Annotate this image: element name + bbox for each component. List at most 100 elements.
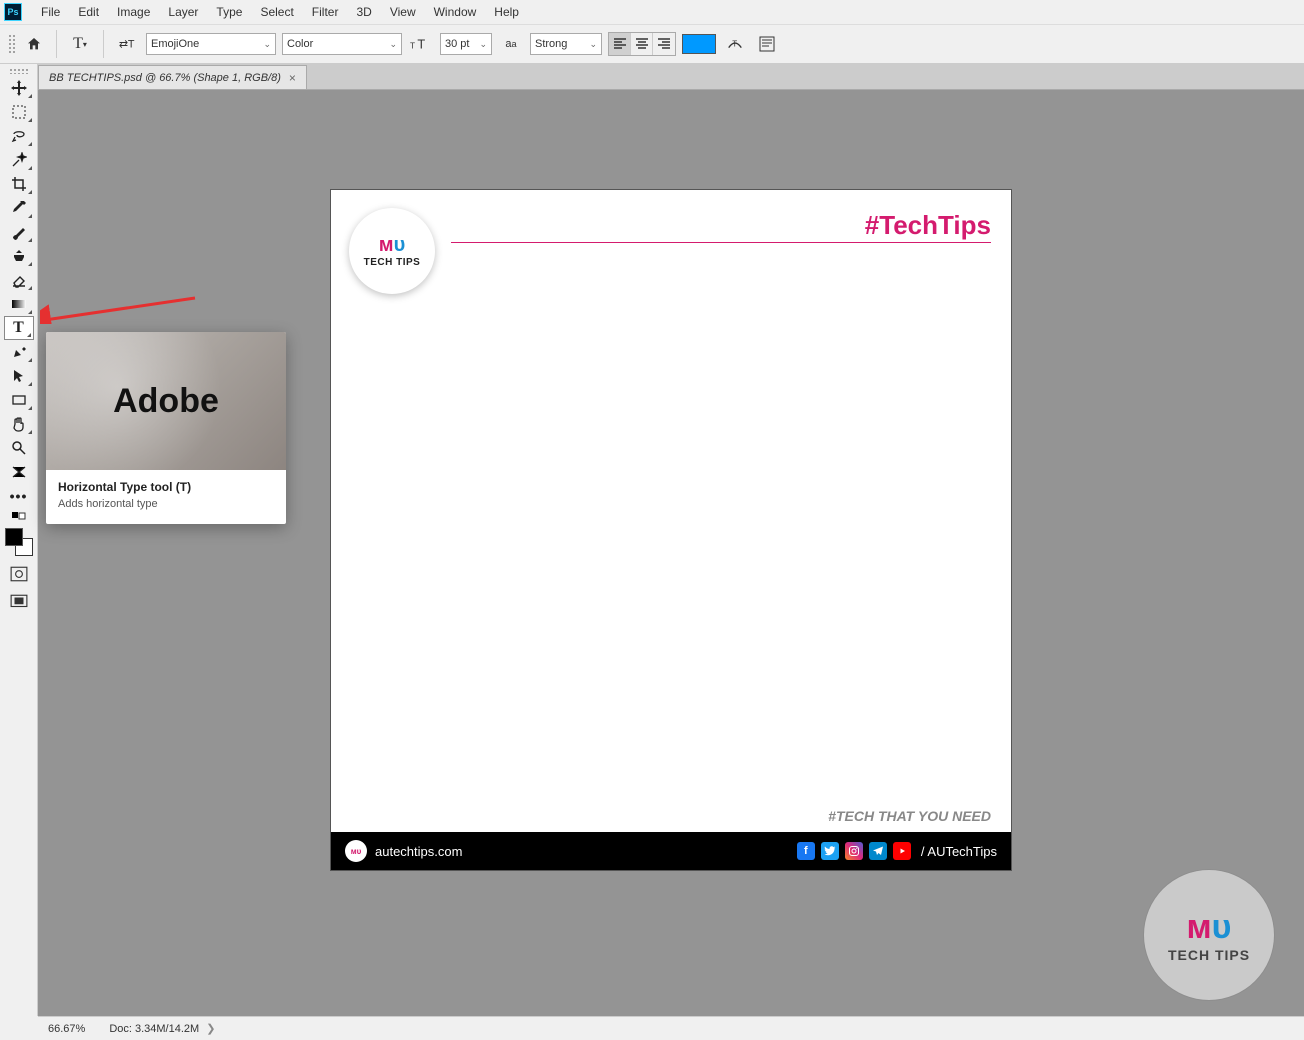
svg-text:T: T [410, 42, 415, 51]
menu-view[interactable]: View [381, 5, 425, 19]
rectangle-tool[interactable] [4, 388, 34, 412]
home-button[interactable] [22, 32, 46, 56]
svg-text:T: T [732, 40, 737, 49]
type-tool-preset-button[interactable]: T▾ [67, 31, 93, 57]
eyedropper-tool[interactable] [4, 196, 34, 220]
options-bar: T▾ ⇄T EmojiOne ⌄ Color ⌄ TT 30 pt ⌄ aa S… [0, 24, 1304, 64]
menu-select[interactable]: Select [251, 5, 302, 19]
logo-subtext: TECH TIPS [364, 257, 421, 268]
menu-help[interactable]: Help [485, 5, 528, 19]
tooltip-preview-image: Adobe [46, 332, 286, 470]
chevron-down-icon: ⌄ [263, 39, 271, 50]
tool-tooltip: Adobe Horizontal Type tool (T) Adds hori… [46, 332, 286, 524]
svg-text:T: T [417, 37, 425, 52]
character-panel-button[interactable] [754, 31, 780, 57]
swap-colors-button[interactable] [4, 508, 34, 524]
font-size-dropdown[interactable]: 30 pt ⌄ [440, 33, 492, 55]
hand-tool[interactable] [4, 412, 34, 436]
brush-tool[interactable] [4, 220, 34, 244]
tooltip-title: Horizontal Type tool (T) [58, 480, 274, 494]
crop-tool[interactable] [4, 172, 34, 196]
canvas-workspace[interactable]: ᴍᴜ TECH TIPS #TechTips #TECH THAT YOU NE… [38, 90, 1304, 1016]
eraser-tool[interactable] [4, 268, 34, 292]
text-align-group [608, 32, 676, 56]
document-logo: ᴍᴜ TECH TIPS [349, 208, 435, 294]
document-tab-title: BB TECHTIPS.psd @ 66.7% (Shape 1, RGB/8) [49, 72, 281, 84]
screen-mode-button[interactable] [7, 592, 31, 612]
separator [103, 30, 104, 58]
move-tool[interactable] [4, 76, 34, 100]
gradient-tool[interactable] [4, 292, 34, 316]
text-color-swatch[interactable] [682, 34, 716, 54]
doc-size-info[interactable]: Doc: 3.34M/14.2M ❯ [109, 1022, 215, 1035]
foreground-background-colors[interactable] [5, 528, 33, 556]
social-icons: f / AUTechTips [797, 842, 997, 860]
edit-toolbar-button[interactable] [4, 460, 34, 484]
foreground-color-swatch[interactable] [5, 528, 23, 546]
document-footer: ᴍᴜ autechtips.com f / AUTechTips [331, 832, 1011, 870]
type-tool[interactable]: T [4, 316, 34, 340]
twitter-icon [821, 842, 839, 860]
canvas-document[interactable]: ᴍᴜ TECH TIPS #TechTips #TECH THAT YOU NE… [331, 190, 1011, 870]
anti-alias-dropdown[interactable]: Strong ⌄ [530, 33, 602, 55]
tooltip-brand: Adobe [113, 382, 219, 421]
tagline-text: #TECH THAT YOU NEED [828, 808, 991, 824]
logo-mark: ᴍᴜ [379, 234, 405, 257]
watermark-badge: ᴍᴜ TECH TIPS [1144, 870, 1274, 1000]
close-icon[interactable]: × [289, 71, 296, 85]
menu-layer[interactable]: Layer [159, 5, 207, 19]
warp-text-button[interactable]: T [722, 31, 748, 57]
menu-3d[interactable]: 3D [347, 5, 380, 19]
chevron-right-icon: ❯ [203, 1023, 215, 1035]
anti-alias-value: Strong [535, 38, 567, 50]
menu-type[interactable]: Type [207, 5, 251, 19]
panel-icon [759, 36, 775, 52]
grip-icon [8, 34, 16, 54]
status-bar: 66.67% Doc: 3.34M/14.2M ❯ [38, 1016, 1304, 1040]
chevron-down-icon: ⌄ [389, 39, 397, 50]
zoom-level[interactable]: 66.67% [48, 1023, 85, 1035]
youtube-icon [893, 842, 911, 860]
menu-edit[interactable]: Edit [69, 5, 108, 19]
hashtag-heading: #TechTips [865, 210, 991, 241]
menu-bar: Ps File Edit Image Layer Type Select Fil… [0, 0, 1304, 24]
pen-tool[interactable] [4, 340, 34, 364]
home-icon [26, 36, 42, 52]
align-right-button[interactable] [653, 33, 675, 55]
chevron-down-icon: ⌄ [589, 39, 597, 50]
document-tab[interactable]: BB TECHTIPS.psd @ 66.7% (Shape 1, RGB/8)… [38, 65, 307, 89]
menu-file[interactable]: File [32, 5, 69, 19]
tooltip-description: Adds horizontal type [58, 498, 274, 510]
font-family-dropdown[interactable]: EmojiOne ⌄ [146, 33, 276, 55]
font-style-value: Color [287, 38, 313, 50]
align-center-button[interactable] [631, 33, 653, 55]
app-logo: Ps [4, 3, 22, 21]
zoom-tool[interactable] [4, 436, 34, 460]
grip-icon [9, 68, 29, 74]
chevron-down-icon: ⌄ [479, 39, 487, 50]
instagram-icon [845, 842, 863, 860]
menu-image[interactable]: Image [108, 5, 159, 19]
lasso-tool[interactable] [4, 124, 34, 148]
tooltip-body: Horizontal Type tool (T) Adds horizontal… [46, 470, 286, 524]
more-tools-button[interactable]: ••• [4, 484, 34, 508]
anti-alias-icon: aa [498, 31, 524, 57]
font-style-dropdown[interactable]: Color ⌄ [282, 33, 402, 55]
magic-wand-tool[interactable] [4, 148, 34, 172]
text-orientation-button[interactable]: ⇄T [114, 31, 140, 57]
watermark-mark: ᴍᴜ [1187, 908, 1232, 947]
svg-text:⇄T: ⇄T [119, 39, 135, 51]
header-divider [451, 242, 991, 243]
align-left-button[interactable] [609, 33, 631, 55]
menu-window[interactable]: Window [425, 5, 486, 19]
marquee-tool[interactable] [4, 100, 34, 124]
orientation-icon: ⇄T [118, 35, 136, 53]
path-selection-tool[interactable] [4, 364, 34, 388]
social-handle: / AUTechTips [921, 844, 997, 859]
menu-filter[interactable]: Filter [303, 5, 348, 19]
facebook-icon: f [797, 842, 815, 860]
font-family-value: EmojiOne [151, 38, 199, 50]
clone-stamp-tool[interactable] [4, 244, 34, 268]
quick-mask-button[interactable] [7, 564, 31, 584]
toolbox: T ••• [0, 64, 38, 1016]
